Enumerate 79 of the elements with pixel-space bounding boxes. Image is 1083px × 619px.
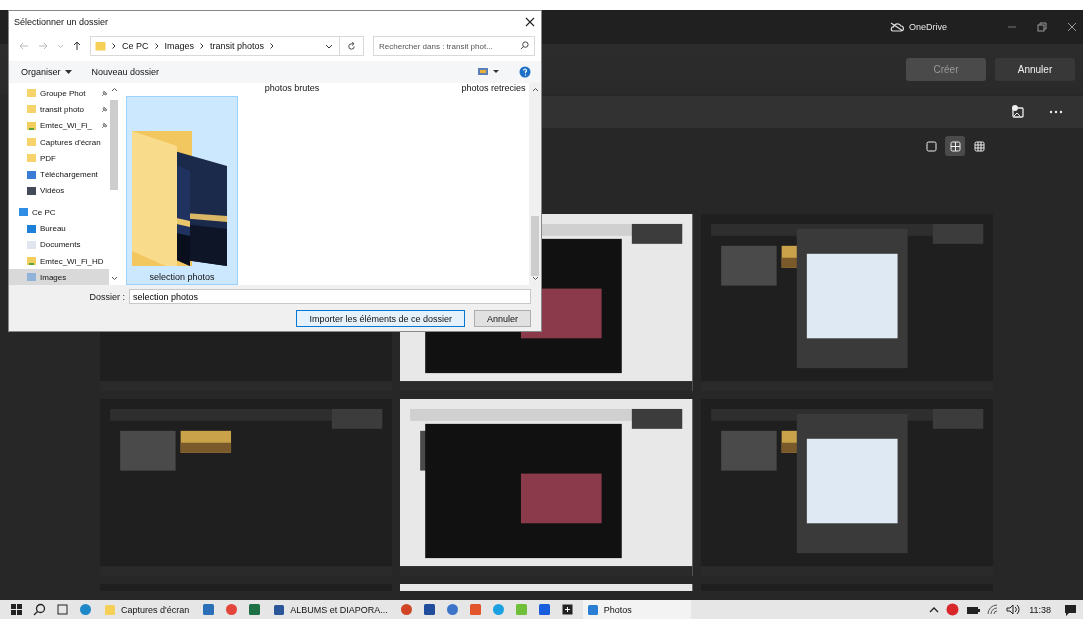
app-icon <box>586 603 599 616</box>
refresh-button[interactable] <box>340 36 364 56</box>
address-bar[interactable]: Ce PC Images transit photos <box>90 36 340 56</box>
monitor-icon <box>26 223 37 234</box>
chevron-right-icon[interactable] <box>154 43 159 49</box>
nav-item[interactable]: Téléchargement <box>9 166 109 183</box>
image-icon <box>26 185 37 196</box>
folder-icon <box>26 120 37 131</box>
cloud-off-icon <box>890 22 904 32</box>
add-image-icon[interactable] <box>1011 105 1025 119</box>
taskbar-app[interactable]: Photos <box>582 600 691 619</box>
field-label: Dossier : <box>89 291 125 302</box>
restore-icon[interactable] <box>1037 22 1047 32</box>
folder-icon <box>26 88 37 99</box>
image-icon <box>26 272 37 283</box>
nav-item[interactable]: transit photo <box>9 101 109 118</box>
close-icon[interactable] <box>1067 22 1077 32</box>
volume-icon[interactable] <box>1006 604 1021 615</box>
refresh-icon <box>347 41 356 51</box>
nav-item[interactable]: Emtec_Wi_Fi_ <box>9 117 109 134</box>
nav-item[interactable]: PDF <box>9 150 109 167</box>
square-icon <box>925 140 937 152</box>
scroll-down-icon[interactable] <box>531 276 539 281</box>
nav-item[interactable]: Captures d'écran <box>9 133 109 151</box>
folder-item[interactable]: photos retrecies <box>458 83 529 95</box>
folder-name-field[interactable]: selection photos <box>129 289 531 304</box>
taskbar-app[interactable]: Captures d'écran <box>100 600 194 619</box>
up-arrow-icon[interactable] <box>73 41 81 51</box>
grid-icon <box>949 140 961 152</box>
nav-item[interactable]: Vidéos <box>9 182 109 200</box>
toolbar-button[interactable]: Organiser <box>21 67 72 77</box>
help-icon[interactable] <box>519 66 531 78</box>
folder-icon <box>26 153 37 164</box>
chevron-up-icon[interactable] <box>929 606 940 613</box>
app-icon <box>273 603 286 616</box>
caret-icon[interactable] <box>325 43 333 49</box>
header-button[interactable]: Annuler <box>995 57 1075 81</box>
grid-icon <box>973 140 985 152</box>
nav-item[interactable]: Groupe Phot <box>9 85 109 102</box>
search-icon <box>520 41 529 50</box>
download-icon <box>26 169 37 180</box>
folder-icon <box>26 256 37 267</box>
folder-icon <box>26 137 37 148</box>
scroll-up-icon[interactable] <box>531 87 539 92</box>
close-icon[interactable] <box>525 17 535 27</box>
nav-item[interactable]: Bureau <box>9 220 109 237</box>
clock[interactable]: 11:38 <box>1029 604 1051 615</box>
scrollbar-thumb[interactable] <box>110 100 118 190</box>
notification-icon[interactable] <box>1064 603 1077 616</box>
search-field[interactable]: Rechercher dans : transit phot... <box>373 36 535 56</box>
view-menu-icon[interactable] <box>477 67 499 77</box>
nav-item[interactable]: Documents <box>9 236 109 253</box>
nav-item[interactable]: Images <box>9 269 109 285</box>
sync-label: OneDrive <box>909 22 947 32</box>
folder-icon <box>26 104 37 115</box>
wifi-icon[interactable] <box>987 604 1000 615</box>
folder-item[interactable]: photos brutes <box>126 83 458 95</box>
more-icon[interactable] <box>1049 110 1063 114</box>
scrollbar-thumb[interactable] <box>531 216 539 276</box>
chevron-right-icon[interactable] <box>270 43 275 49</box>
dialog-button[interactable]: Annuler <box>473 310 531 327</box>
taskbar-app[interactable]: ALBUMS et DIAPORA... <box>269 600 392 619</box>
nav-item[interactable]: Ce PC <box>9 204 109 221</box>
dialog-title: Sélectionner un dossier <box>14 17 109 27</box>
folder-icon <box>95 41 106 51</box>
scroll-up-icon[interactable] <box>110 87 118 92</box>
toolbar-button[interactable]: Nouveau dossier <box>91 67 160 77</box>
scroll-down-icon[interactable] <box>110 276 118 281</box>
battery-icon[interactable] <box>966 604 981 615</box>
chevron-right-icon[interactable] <box>200 43 205 49</box>
antivirus-icon[interactable] <box>946 603 960 616</box>
app-icon <box>104 603 116 616</box>
folder-item[interactable]: selection photos <box>126 96 238 285</box>
view-option[interactable] <box>945 136 965 156</box>
nav-item[interactable]: Emtec_Wi_Fi_HD <box>9 252 109 270</box>
document-icon <box>26 239 37 250</box>
dialog-button[interactable]: Importer les éléments de ce dossier <box>296 310 465 327</box>
monitor-icon <box>18 207 29 218</box>
chevron-right-icon[interactable] <box>112 43 116 49</box>
